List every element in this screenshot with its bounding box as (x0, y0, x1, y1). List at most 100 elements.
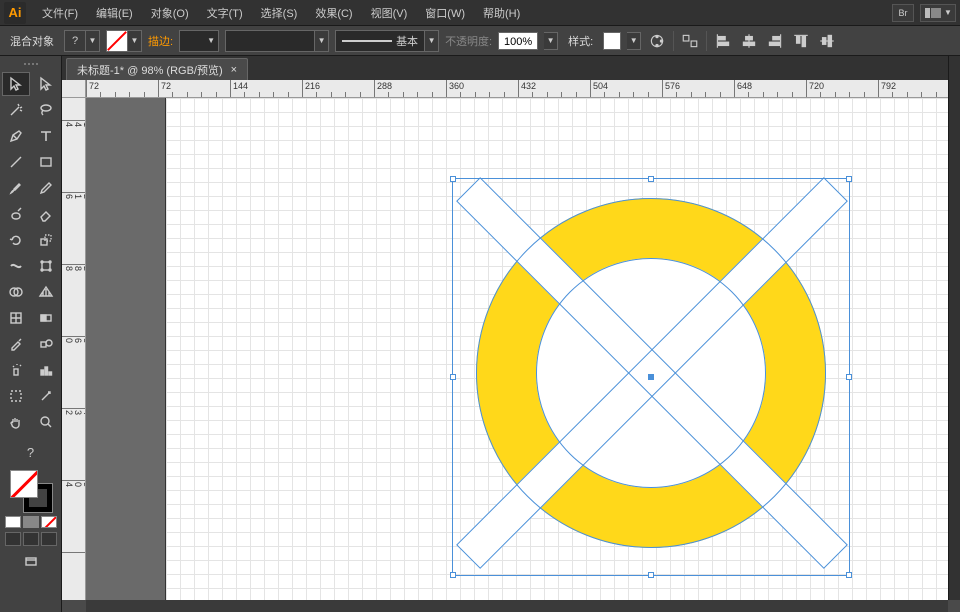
handle-tm[interactable] (648, 176, 654, 182)
document-tab[interactable]: 未标题-1* @ 98% (RGB/预览) × (66, 58, 248, 80)
align-vcenter-icon[interactable] (817, 31, 837, 51)
recolor-icon[interactable] (647, 31, 667, 51)
horizontal-ruler[interactable]: 7272144216288360432504576648720792 (86, 80, 948, 98)
artboard-tool[interactable] (2, 384, 30, 408)
fill-dropdown[interactable]: ▼ (86, 30, 100, 52)
menu-items: 文件(F) 编辑(E) 对象(O) 文字(T) 选择(S) 效果(C) 视图(V… (34, 2, 528, 24)
canvas[interactable] (86, 98, 948, 600)
width-tool[interactable] (2, 254, 30, 278)
screen-mode-tool[interactable] (17, 550, 45, 574)
draw-behind[interactable] (23, 532, 39, 546)
type-tool[interactable] (32, 124, 60, 148)
eyedropper-tool[interactable] (2, 332, 30, 356)
menu-help[interactable]: 帮助(H) (475, 2, 528, 24)
stroke-dropdown[interactable]: ▼ (128, 30, 142, 52)
line-tool[interactable] (2, 150, 30, 174)
rectangle-tool[interactable] (32, 150, 60, 174)
unknown-tool[interactable]: ? (17, 440, 45, 464)
draw-normal[interactable] (5, 532, 21, 546)
style-swatch[interactable] (603, 32, 621, 50)
fill-stroke-control[interactable] (10, 470, 52, 512)
brush-dd[interactable]: ▼ (425, 30, 439, 52)
layout-switcher[interactable]: ▼ (920, 4, 956, 22)
hand-tool[interactable] (2, 410, 30, 434)
fill-swatch[interactable] (64, 30, 86, 52)
blob-brush-tool[interactable] (2, 202, 30, 226)
handle-tl[interactable] (450, 176, 456, 182)
menu-view[interactable]: 视图(V) (363, 2, 416, 24)
scale-tool[interactable] (32, 228, 60, 252)
mesh-tool[interactable] (2, 306, 30, 330)
color-mode-solid[interactable] (5, 516, 21, 528)
perspective-grid-tool[interactable] (32, 280, 60, 304)
color-mode-gradient[interactable] (23, 516, 39, 528)
column-graph-tool[interactable] (32, 358, 60, 382)
menu-edit[interactable]: 编辑(E) (88, 2, 141, 24)
draw-inside[interactable] (41, 532, 57, 546)
menu-effect[interactable]: 效果(C) (307, 2, 360, 24)
horizontal-scrollbar[interactable] (86, 600, 948, 612)
gradient-tool[interactable] (32, 306, 60, 330)
vw-profile[interactable] (225, 30, 315, 52)
align-hcenter-icon[interactable] (739, 31, 759, 51)
eraser-tool[interactable] (32, 202, 60, 226)
zoom-tool[interactable] (32, 410, 60, 434)
pen-tool[interactable] (2, 124, 30, 148)
free-transform-tool[interactable] (32, 254, 60, 278)
brush-def[interactable]: 基本 (335, 30, 425, 52)
magic-wand-tool[interactable] (2, 98, 30, 122)
menu-select[interactable]: 选择(S) (253, 2, 306, 24)
align-icon[interactable] (680, 31, 700, 51)
vertical-ruler[interactable]: 72144216288360432504 (62, 98, 86, 600)
draw-modes (2, 532, 59, 546)
handle-center[interactable] (648, 374, 654, 380)
opacity-dd[interactable]: ▼ (544, 32, 558, 50)
handle-br[interactable] (846, 572, 852, 578)
bounding-box[interactable] (452, 178, 850, 576)
blend-tool[interactable] (32, 332, 60, 356)
menu-text[interactable]: 文字(T) (199, 2, 251, 24)
slice-tool[interactable] (32, 384, 60, 408)
align-top-icon[interactable] (791, 31, 811, 51)
pencil-tool[interactable] (32, 176, 60, 200)
bridge-button[interactable]: Br (892, 4, 914, 22)
lasso-tool[interactable] (32, 98, 60, 122)
handle-tr[interactable] (846, 176, 852, 182)
close-tab-icon[interactable]: × (231, 64, 237, 76)
ruler-origin[interactable] (62, 80, 86, 98)
vw-profile-dd[interactable]: ▼ (315, 30, 329, 52)
align-left-icon[interactable] (713, 31, 733, 51)
style-dd[interactable]: ▼ (627, 32, 641, 50)
toolbox: ? (0, 56, 62, 612)
paintbrush-tool[interactable] (2, 176, 30, 200)
direct-selection-tool[interactable] (32, 72, 60, 96)
control-bar: 混合对象 ▼ ▼ 描边: ▼ ▼ 基本▼ 不透明度: 100% ▼ 样式: ▼ (0, 26, 960, 56)
fill-color[interactable] (10, 470, 38, 498)
color-mode-none[interactable] (41, 516, 57, 528)
tab-title: 未标题-1* @ 98% (RGB/预览) (77, 62, 223, 78)
menu-file[interactable]: 文件(F) (34, 2, 86, 24)
align-right-icon[interactable] (765, 31, 785, 51)
opacity-value[interactable]: 100% (498, 32, 538, 50)
stroke-swatch[interactable] (106, 30, 128, 52)
handle-bl[interactable] (450, 572, 456, 578)
handle-ml[interactable] (450, 374, 456, 380)
menu-object[interactable]: 对象(O) (143, 2, 197, 24)
handle-bm[interactable] (648, 572, 654, 578)
panel-dock[interactable] (948, 56, 960, 600)
artwork-layer (166, 98, 948, 600)
document-tab-bar: 未标题-1* @ 98% (RGB/预览) × (62, 56, 960, 80)
style-label: 样式: (564, 33, 597, 49)
color-mode-switches (2, 516, 59, 528)
rotate-tool[interactable] (2, 228, 30, 252)
selection-tool[interactable] (2, 72, 30, 96)
menu-window[interactable]: 窗口(W) (417, 2, 473, 24)
shape-builder-tool[interactable] (2, 280, 30, 304)
handle-mr[interactable] (846, 374, 852, 380)
pasteboard-area (86, 98, 166, 600)
stroke-weight[interactable]: ▼ (179, 30, 219, 52)
symbol-sprayer-tool[interactable] (2, 358, 30, 382)
app-logo: Ai (4, 2, 26, 24)
stroke-label: 描边: (148, 33, 173, 49)
toolbox-grip[interactable] (2, 60, 59, 68)
